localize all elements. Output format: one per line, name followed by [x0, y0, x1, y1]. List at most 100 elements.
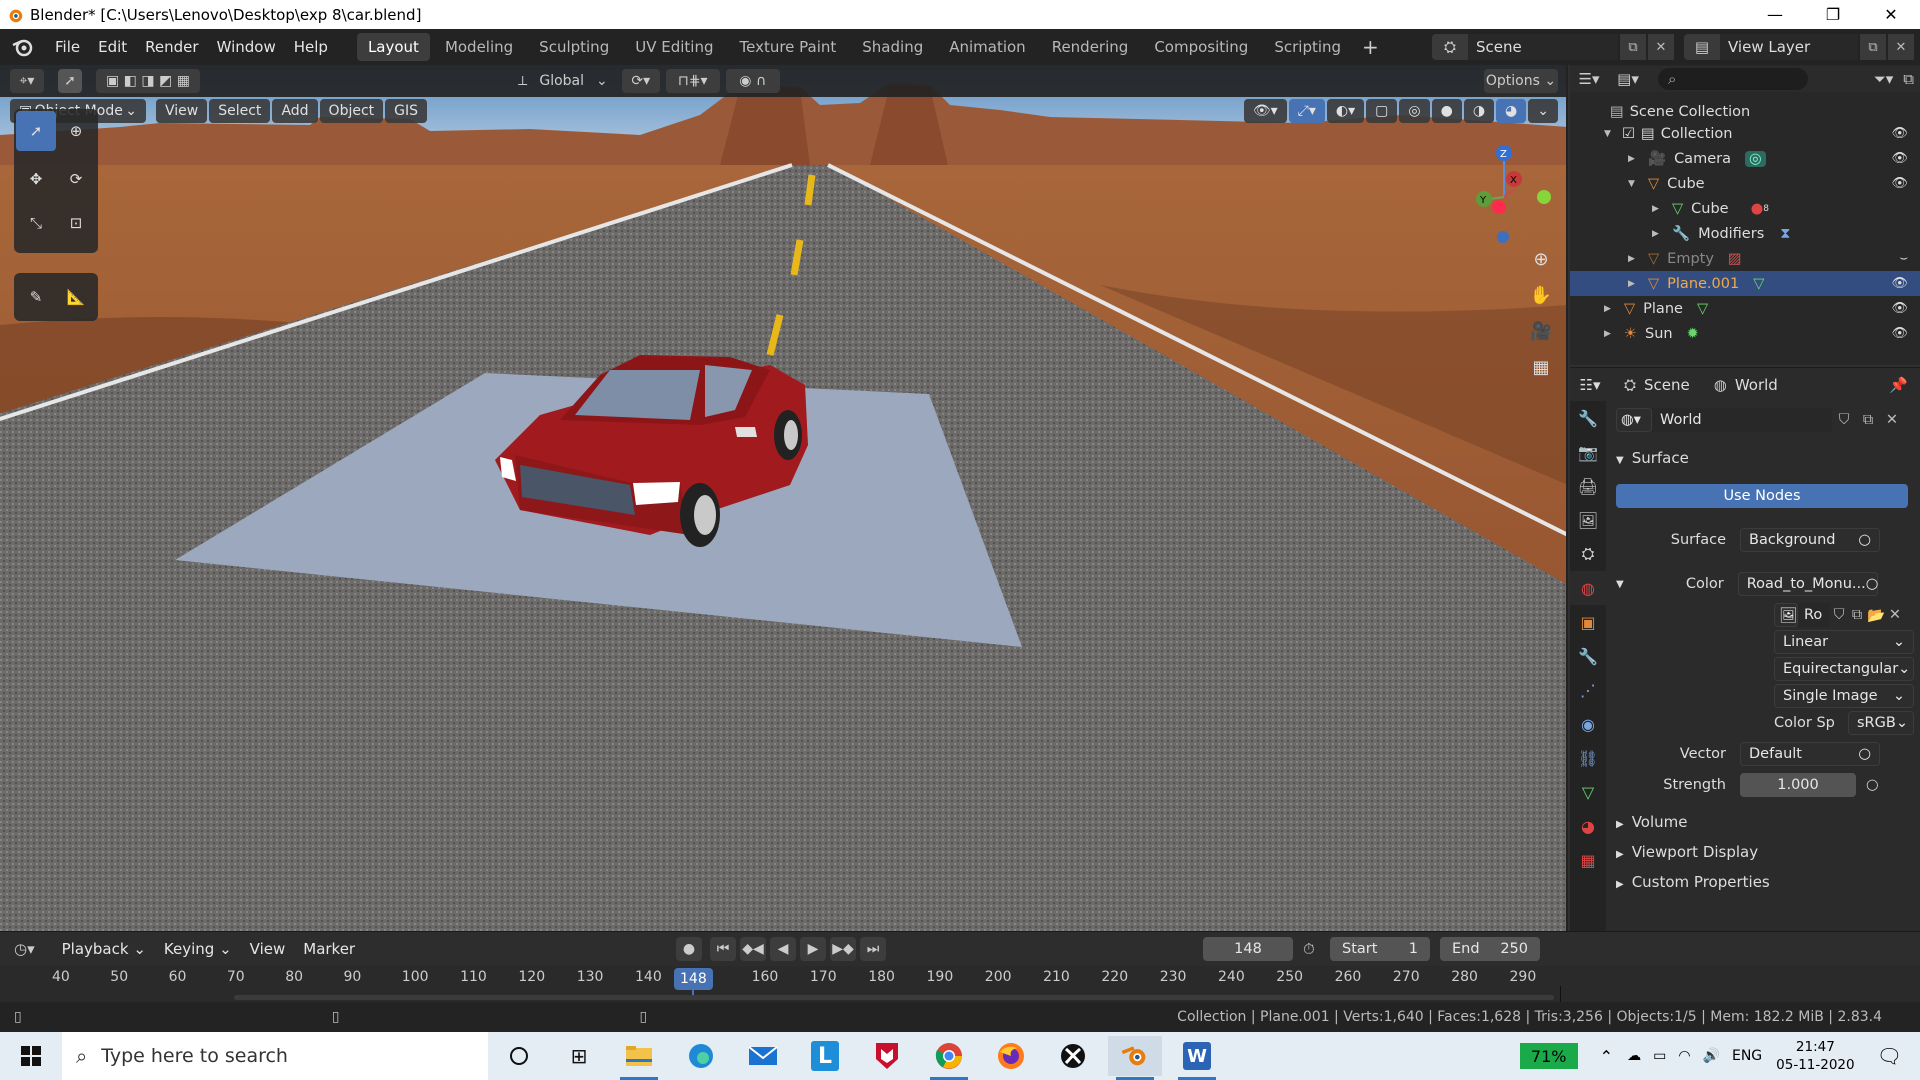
expand-icon[interactable]: ▶ — [1652, 229, 1664, 239]
menu-marker[interactable]: Marker — [294, 940, 364, 958]
wireframe-shading-icon[interactable]: ◎ — [1399, 99, 1430, 123]
tool-tab-icon[interactable]: 🔧 — [1570, 401, 1606, 435]
outliner-search-input[interactable]: ⌕ — [1658, 68, 1808, 90]
outliner-row-empty[interactable]: ▶ ▽ Empty ▨ ⌣ — [1570, 246, 1920, 271]
network-icon[interactable]: ◠ — [1678, 1048, 1690, 1064]
minimize-button[interactable]: — — [1746, 0, 1804, 29]
solid-shading-icon[interactable]: ● — [1431, 99, 1462, 123]
image-name-field[interactable]: Ro — [1798, 603, 1830, 627]
new-view-layer-icon[interactable]: ⧉ — [1860, 34, 1886, 60]
overlay-icon[interactable]: ◐▾ — [1326, 99, 1365, 123]
camera-view-icon[interactable]: 🎥 — [1526, 313, 1556, 349]
duplicate-world-icon[interactable]: ⧉ — [1856, 412, 1880, 428]
data-tab-icon[interactable]: ▽ — [1570, 775, 1606, 809]
move-tool-icon[interactable]: ✥ — [16, 159, 56, 199]
scene-name[interactable]: Scene — [1468, 34, 1618, 60]
battery-icon[interactable]: ▭ — [1653, 1048, 1666, 1064]
3d-viewport[interactable]: ⌖▾ ➚ ▣ ◧ ◨ ◩ ▦ ⟂ Global ⌄ ⟳▾ ⊓⋕▾ ◉ ∩ Opt… — [0, 65, 1568, 931]
chrome-icon[interactable] — [922, 1036, 976, 1080]
shading-chevron-icon[interactable]: ⌄ — [1528, 99, 1558, 123]
playhead-frame-label[interactable]: 148 — [674, 968, 713, 990]
menu-view[interactable]: View — [156, 99, 208, 123]
render-tab-icon[interactable]: 📷 — [1570, 435, 1606, 469]
source-dropdown[interactable]: Single Image ⌄ — [1774, 684, 1914, 708]
jump-start-icon[interactable]: ⏮ — [710, 937, 736, 961]
visibility-eye-icon[interactable]: 👁 — [1891, 301, 1908, 316]
prev-keyframe-icon[interactable]: ◆◀ — [740, 937, 766, 961]
outliner-row-camera[interactable]: ▶ 🎥 Camera ◎ 👁 — [1570, 146, 1920, 171]
measure-tool-icon[interactable]: 📐 — [56, 277, 96, 317]
menu-gis[interactable]: GIS — [385, 99, 428, 123]
expand-color-icon[interactable]: ▼ — [1616, 579, 1624, 590]
clock[interactable]: 21:47 05-11-2020 — [1776, 1038, 1854, 1074]
play-icon[interactable]: ▶ — [800, 937, 826, 961]
visibility-icon[interactable]: 👁▾ — [1243, 99, 1287, 123]
word-icon[interactable]: W — [1170, 1036, 1224, 1080]
remove-view-layer-icon[interactable]: ✕ — [1888, 34, 1914, 60]
snap-icon[interactable]: ⊓⋕▾ — [665, 69, 720, 93]
maximize-button[interactable]: ❐ — [1804, 0, 1862, 29]
outliner-row-plane[interactable]: ▶ ▽ Plane ▽ 👁 — [1570, 296, 1920, 321]
properties-editor-icon[interactable]: ☷▾ — [1570, 376, 1610, 394]
display-mode-icon[interactable]: ▤▾ — [1608, 70, 1648, 88]
ortho-grid-icon[interactable]: ▦ — [1526, 349, 1556, 385]
scene-selector[interactable]: ⛭ Scene — [1432, 34, 1618, 60]
outliner-editor-icon[interactable]: ☰▾ — [1570, 70, 1608, 88]
menu-object[interactable]: Object — [319, 99, 384, 123]
pivot-icon[interactable]: ⟳▾ — [621, 69, 660, 93]
strength-field[interactable]: 1.000 — [1740, 773, 1856, 797]
show-hidden-icons[interactable]: ⌃ — [1600, 1047, 1613, 1066]
transform-tool-icon[interactable]: ⊡ — [56, 203, 96, 243]
tab-layout[interactable]: Layout — [356, 33, 430, 61]
expand-icon[interactable]: ▶ — [1604, 329, 1616, 339]
material-tab-icon[interactable]: ◕ — [1570, 809, 1606, 843]
viewport-display-panel-header[interactable]: ▶ Viewport Display — [1616, 843, 1758, 861]
mcafee-icon[interactable] — [860, 1036, 914, 1076]
menu-edit[interactable]: Edit — [89, 38, 136, 56]
xray-icon[interactable]: ▢ — [1366, 99, 1398, 123]
world-browse-icon[interactable]: ◍▾ — [1616, 408, 1652, 432]
orientation-dropdown[interactable]: Global — [533, 69, 590, 93]
material-icon[interactable]: ● — [1751, 201, 1764, 217]
start-button[interactable] — [0, 1032, 62, 1080]
unlink-world-icon[interactable]: ✕ — [1880, 412, 1904, 428]
xbox-icon[interactable] — [1046, 1036, 1100, 1076]
menu-add[interactable]: Add — [272, 99, 318, 123]
menu-file[interactable]: File — [46, 38, 89, 56]
image-browse-icon[interactable]: 🖼 — [1774, 603, 1798, 627]
modifier-tab-icon[interactable]: 🔧 — [1570, 639, 1606, 673]
color-texture-dropdown[interactable]: Road_to_Monu... ○ — [1737, 572, 1878, 596]
outliner-row-cube-mesh[interactable]: ▶ ▽ Cube ● 8 — [1570, 196, 1920, 221]
cortana-icon[interactable] — [492, 1036, 546, 1076]
scene-tab-icon[interactable]: ⛭ — [1570, 537, 1606, 571]
l-app-icon[interactable]: L — [798, 1036, 852, 1076]
file-explorer-icon[interactable] — [612, 1036, 666, 1080]
language-indicator[interactable]: ENG — [1732, 1048, 1762, 1064]
pan-hand-icon[interactable]: ✋ — [1526, 277, 1556, 313]
menu-render[interactable]: Render — [136, 38, 207, 56]
menu-view[interactable]: View — [241, 940, 295, 958]
material-shading-icon[interactable]: ◑ — [1463, 99, 1495, 123]
hidden-icon[interactable]: ⌣ — [1899, 251, 1908, 266]
texture-tab-icon[interactable]: ▦ — [1570, 843, 1606, 877]
zoom-icon[interactable]: ⊕ — [1526, 241, 1556, 277]
rotate-tool-icon[interactable]: ⟳ — [56, 159, 96, 199]
duplicate-image-icon[interactable]: ⧉ — [1848, 607, 1866, 623]
expand-icon[interactable]: ▶ — [1652, 204, 1664, 214]
particles-tab-icon[interactable]: ⋰ — [1570, 673, 1606, 707]
add-workspace-button[interactable]: + — [1352, 35, 1389, 59]
fake-user-icon[interactable]: ⛉ — [1830, 607, 1848, 623]
rendered-shading-icon[interactable]: ◕ — [1496, 99, 1527, 123]
tab-animation[interactable]: Animation — [938, 33, 1036, 61]
outliner-row-plane-001[interactable]: ▶ ▽ Plane.001 ▽ 👁 — [1570, 271, 1920, 296]
mesh-data-icon[interactable]: ▽ — [1697, 301, 1708, 317]
battery-meter[interactable]: 71% — [1519, 1043, 1578, 1069]
view-layer-name[interactable]: View Layer — [1720, 34, 1858, 60]
tab-rendering[interactable]: Rendering — [1041, 33, 1140, 61]
expand-icon[interactable]: ▶ — [1628, 254, 1640, 264]
start-frame-field[interactable]: Start 1 — [1330, 937, 1430, 961]
world-tab-icon[interactable]: ◍ — [1570, 571, 1606, 605]
constraints-tab-icon[interactable]: ⛓ — [1570, 741, 1606, 775]
remove-scene-icon[interactable]: ✕ — [1648, 34, 1674, 60]
outliner-row-modifiers[interactable]: ▶ 🔧 Modifiers ⧗ — [1570, 221, 1920, 246]
